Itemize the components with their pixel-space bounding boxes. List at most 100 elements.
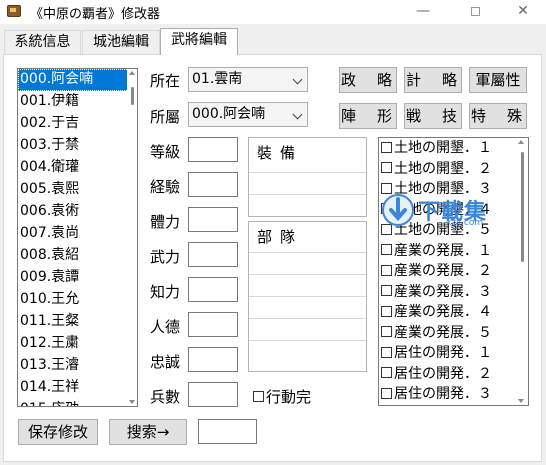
general-list-item[interactable]: 010.王允	[18, 289, 137, 311]
checkbox-icon[interactable]	[381, 264, 392, 276]
stat-label-troops: 兵數	[150, 388, 181, 406]
checkbox-icon[interactable]	[381, 141, 392, 153]
close-button[interactable]: ✕	[500, 0, 546, 24]
watermark: 下載集 xzji.com	[380, 192, 510, 232]
general-list-item[interactable]: 013.王濬	[18, 355, 137, 377]
checklist-item[interactable]: 土地の開墾．１	[379, 138, 528, 159]
location-select[interactable]: 01.雲南	[188, 67, 308, 92]
save-button[interactable]: 保存修改	[18, 419, 98, 445]
affiliation-value: 000.阿会喃	[192, 106, 266, 122]
checkbox-icon[interactable]	[381, 387, 392, 399]
tab-general-edit[interactable]: 武將編輯	[160, 28, 238, 55]
chevron-down-icon	[292, 74, 303, 85]
troop-count-input[interactable]	[188, 382, 238, 407]
checklist-item[interactable]: 土地の開墾．２	[379, 159, 528, 180]
search-input[interactable]	[198, 419, 257, 444]
stamina-input[interactable]	[188, 207, 238, 232]
watermark-logo-icon	[382, 194, 414, 226]
checkbox-icon[interactable]	[253, 391, 264, 402]
general-list-item[interactable]: 005.袁熙	[18, 179, 137, 201]
checklist-item[interactable]: 産業の発展．４	[379, 302, 528, 323]
general-list-item[interactable]: 008.袁紹	[18, 245, 137, 267]
checklist-item[interactable]: 産業の発展．３	[379, 282, 528, 303]
stat-label-intelligence: 知力	[150, 283, 181, 301]
troops-box[interactable]: 部隊	[248, 221, 367, 372]
equipment-box[interactable]: 裝備	[248, 137, 367, 217]
divider	[249, 296, 366, 297]
checklist-item[interactable]: 産業の発展．５	[379, 323, 528, 344]
affiliation-label: 所屬	[150, 108, 181, 126]
scroll-thumb[interactable]	[131, 87, 134, 105]
stat-label-strength: 武力	[150, 248, 181, 266]
general-list-item[interactable]: 007.袁尚	[18, 223, 137, 245]
checklist-item-label: 居住の開発．２	[394, 365, 492, 382]
general-list-item[interactable]: 014.王祥	[18, 377, 137, 399]
action-done-checkbox[interactable]: 行動完	[253, 386, 311, 407]
checklist-item-label: 産業の発展．５	[394, 324, 492, 341]
intelligence-input[interactable]	[188, 277, 238, 302]
tactics-button[interactable]: 計 略	[404, 67, 462, 93]
search-button[interactable]: 搜索→	[109, 419, 187, 445]
strategy-button[interactable]: 政 略	[339, 67, 397, 93]
checkbox-icon[interactable]	[381, 162, 392, 173]
checkbox-icon[interactable]	[381, 285, 392, 296]
combat-skill-button[interactable]: 戦 技	[404, 103, 462, 129]
general-listbox[interactable]: 000.阿会喃 001.伊籍 002.于吉 003.于禁 004.衛瓘 005.袁熙 006…	[17, 68, 138, 407]
stat-label-experience: 経驗	[150, 178, 181, 196]
tab-city-edit[interactable]: 城池編輯	[82, 30, 160, 54]
level-input[interactable]	[188, 137, 238, 162]
scroll-thumb[interactable]	[521, 152, 524, 262]
equipment-title: 裝備	[257, 144, 304, 162]
scroll-up-icon[interactable]	[129, 71, 135, 75]
checkbox-icon[interactable]	[381, 367, 392, 378]
checklist-item-label: 産業の発展．３	[394, 283, 492, 300]
stat-label-stamina: 體力	[150, 213, 181, 231]
virtue-input[interactable]	[188, 312, 238, 337]
general-list-item[interactable]: 015.応劭	[18, 399, 137, 406]
general-list-scrollbar[interactable]	[127, 69, 137, 406]
general-list-item[interactable]: 003.于禁	[18, 135, 137, 157]
checklist-item[interactable]: 産業の発展．１	[379, 241, 528, 262]
divider	[249, 274, 366, 275]
loyalty-input[interactable]	[188, 347, 238, 372]
formation-button[interactable]: 陣 形	[339, 103, 397, 129]
army-attribute-button[interactable]: 軍屬性	[469, 67, 527, 93]
general-list-item[interactable]: 004.衛瓘	[18, 157, 137, 179]
checklist-item[interactable]: 居住の開発．４	[379, 405, 528, 406]
minimize-button[interactable]: —	[400, 0, 446, 24]
checklist-scrollbar[interactable]	[516, 138, 528, 405]
general-list-item[interactable]: 006.袁術	[18, 201, 137, 223]
troops-title: 部隊	[257, 228, 304, 246]
general-list-item[interactable]: 000.阿会喃	[18, 69, 137, 91]
checklist-item-label: 居住の開発．３	[394, 386, 492, 402]
checkbox-icon[interactable]	[381, 326, 392, 337]
affiliation-select[interactable]: 000.阿会喃	[188, 102, 308, 127]
general-list-item[interactable]: 009.袁譚	[18, 267, 137, 289]
development-checklist[interactable]: 土地の開墾．１ 土地の開墾．２ 土地の開墾．３ 土地の開墾．４ 土地の開墾．５ 産業の発展…	[378, 137, 529, 406]
stat-label-level: 等級	[150, 143, 181, 161]
special-button[interactable]: 特 殊	[469, 103, 527, 129]
scroll-down-icon[interactable]	[129, 400, 135, 404]
strength-input[interactable]	[188, 242, 238, 267]
checklist-item[interactable]: 居住の開発．１	[379, 343, 528, 364]
checklist-item[interactable]: 居住の開発．３	[379, 384, 528, 405]
general-list-item[interactable]: 012.王粛	[18, 333, 137, 355]
general-list-item[interactable]: 011.王粲	[18, 311, 137, 333]
checkbox-icon[interactable]	[381, 305, 392, 317]
divider	[249, 194, 366, 195]
divider	[249, 340, 366, 341]
checkbox-icon[interactable]	[381, 244, 392, 255]
divider	[249, 318, 366, 319]
scroll-up-icon[interactable]	[518, 140, 524, 144]
general-list-item[interactable]: 002.于吉	[18, 113, 137, 135]
general-list-item[interactable]: 001.伊籍	[18, 91, 137, 113]
divider	[249, 252, 366, 253]
tab-system-info[interactable]: 系統信息	[4, 30, 81, 54]
checklist-item[interactable]: 居住の開発．２	[379, 364, 528, 385]
scroll-down-icon[interactable]	[518, 399, 524, 403]
maximize-button[interactable]	[452, 0, 498, 24]
checkbox-icon[interactable]	[381, 346, 392, 358]
checklist-item[interactable]: 産業の発展．２	[379, 261, 528, 282]
experience-input[interactable]	[188, 172, 238, 197]
location-value: 01.雲南	[192, 71, 243, 87]
